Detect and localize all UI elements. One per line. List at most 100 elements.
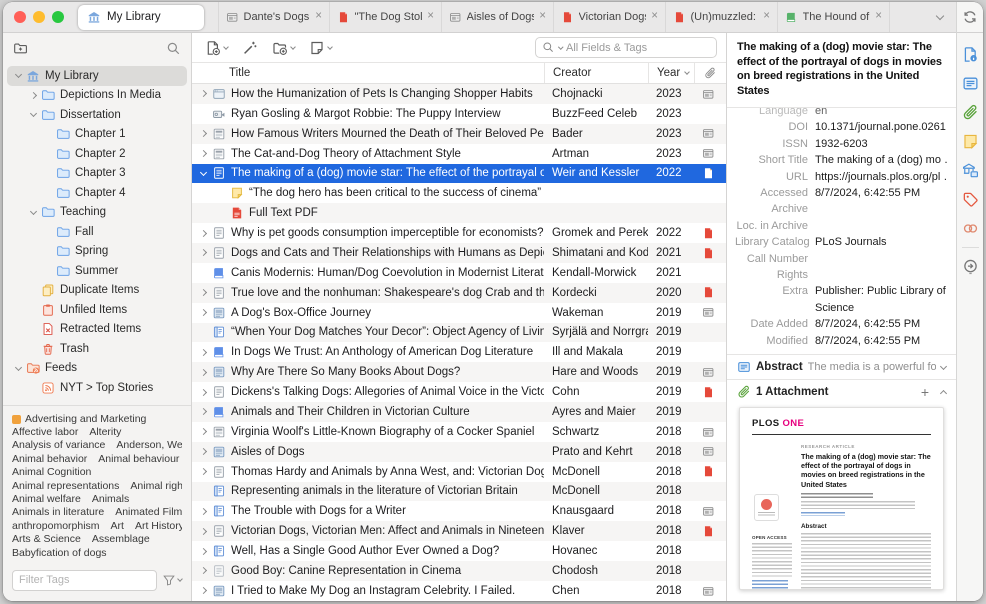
table-row[interactable]: The Cat-and-Dog Theory of Attachment Sty… <box>192 144 726 164</box>
tag-animals[interactable]: Animals <box>92 493 129 506</box>
sidebar-item-retracted-items[interactable]: Retracted Items <box>7 320 187 340</box>
abstract-tab-button[interactable] <box>962 75 979 92</box>
twisty-closed-icon[interactable] <box>196 310 211 315</box>
sidebar-item-trash[interactable]: Trash <box>7 339 187 359</box>
table-row[interactable]: Animals and Their Children in Victorian … <box>192 402 726 422</box>
add-attachment-plus-button[interactable]: + <box>921 385 929 399</box>
locate-button[interactable] <box>962 258 979 275</box>
collapse-section-button[interactable] <box>940 389 947 396</box>
tag-analysis-of-variance[interactable]: Analysis of variance <box>12 439 105 452</box>
twisty-closed-icon[interactable] <box>196 250 211 255</box>
sidebar-item-depictions-in-media[interactable]: Depictions In Media <box>7 86 187 106</box>
libraries-collections-tab-button[interactable] <box>962 162 979 179</box>
twisty-closed-icon[interactable] <box>196 390 211 395</box>
table-row[interactable]: The Trouble with Dogs for a WriterKnausg… <box>192 501 726 521</box>
sidebar-item-chapter-2[interactable]: Chapter 2 <box>7 144 187 164</box>
tag-animal-behaviour[interactable]: Animal behaviour <box>98 453 179 466</box>
table-row[interactable]: Why Are There So Many Books About Dogs?H… <box>192 362 726 382</box>
field-value[interactable] <box>815 251 948 267</box>
tag-arts-science[interactable]: Arts & Science <box>12 533 81 546</box>
sidebar-item-feeds[interactable]: Feeds <box>7 359 187 379</box>
twisty-closed-icon[interactable] <box>26 93 41 98</box>
twisty-open-icon[interactable] <box>11 74 26 77</box>
tab-overflow-button[interactable] <box>924 2 956 32</box>
tag-animated-films[interactable]: Animated Films <box>115 506 182 519</box>
tab-aisles-of-dogs-pra[interactable]: Aisles of Dogs - Pra× <box>442 2 554 32</box>
field-value[interactable] <box>815 218 948 234</box>
sidebar-item-my-library[interactable]: My Library <box>7 66 187 86</box>
related-tab-button[interactable] <box>962 220 979 237</box>
collections-search-button[interactable] <box>166 41 181 56</box>
twisty-closed-icon[interactable] <box>196 290 211 295</box>
tag-anthropomorphism[interactable]: anthropomorphism <box>12 520 100 533</box>
tag-advertising-and-marketing[interactable]: Advertising and Marketing <box>12 413 146 426</box>
twisty-closed-icon[interactable] <box>196 449 211 454</box>
sidebar-item-teaching[interactable]: Teaching <box>7 203 187 223</box>
table-row[interactable]: How Famous Writers Mourned the Death of … <box>192 124 726 144</box>
twisty-closed-icon[interactable] <box>196 429 211 434</box>
column-header-attachment[interactable] <box>694 63 726 83</box>
table-row[interactable]: Dickens's Talking Dogs: Allegories of An… <box>192 382 726 402</box>
new-collection-button[interactable] <box>13 41 28 56</box>
field-value[interactable]: 8/7/2024, 6:42:55 PM <box>815 333 948 349</box>
close-tab-button[interactable]: × <box>875 11 882 23</box>
sidebar-item-dissertation[interactable]: Dissertation <box>7 105 187 125</box>
tags-tab-button[interactable] <box>962 191 979 208</box>
table-row[interactable]: How the Humanization of Pets Is Changing… <box>192 84 726 104</box>
twisty-closed-icon[interactable] <box>196 350 211 355</box>
add-attachment-button[interactable] <box>268 40 299 56</box>
minimize-window-button[interactable] <box>33 11 45 23</box>
table-row[interactable]: Canis Modernis: Human/Dog Coevolution in… <box>192 263 726 283</box>
sidebar-item-chapter-3[interactable]: Chapter 3 <box>7 164 187 184</box>
sync-button[interactable] <box>957 2 983 33</box>
twisty-closed-icon[interactable] <box>196 509 211 514</box>
table-row[interactable]: In Dogs We Trust: An Anthology of Americ… <box>192 342 726 362</box>
item-title[interactable]: The making of a (dog) movie star: The ef… <box>727 33 956 108</box>
field-value[interactable]: PLoS Journals <box>815 234 948 250</box>
table-row[interactable]: Thomas Hardy and Animals by Anna West, a… <box>192 462 726 482</box>
sidebar-item-nyt-top-stories[interactable]: NYT > Top Stories <box>7 378 187 398</box>
table-row[interactable]: “When Your Dog Matches Your Decor”: Obje… <box>192 323 726 343</box>
field-value[interactable]: 10.1371/journal.pone.0261 … <box>815 119 948 135</box>
attachments-tab-button[interactable] <box>962 104 979 121</box>
sidebar-item-duplicate-items[interactable]: Duplicate Items <box>7 281 187 301</box>
table-row[interactable]: Virginia Woolf's Little-Known Biography … <box>192 422 726 442</box>
field-value[interactable]: The making of a (dog) mo … <box>815 152 948 168</box>
field-value[interactable]: 8/7/2024, 6:42:55 PM <box>815 185 948 201</box>
twisty-closed-icon[interactable] <box>196 469 211 474</box>
twisty-closed-icon[interactable] <box>196 529 211 534</box>
twisty-closed-icon[interactable] <box>196 91 211 96</box>
table-row[interactable]: True love and the nonhuman: Shakespeare'… <box>192 283 726 303</box>
close-window-button[interactable] <box>14 11 26 23</box>
close-tab-button[interactable]: × <box>539 11 546 23</box>
info-tab-button[interactable] <box>962 46 979 63</box>
tab-un-muzzled-dogs[interactable]: (Un)muzzled: Dogs× <box>666 2 778 32</box>
column-header-title[interactable]: Title <box>192 63 544 83</box>
attachments-section-header[interactable]: 1 Attachment + <box>727 379 956 404</box>
sidebar-item-spring[interactable]: Spring <box>7 242 187 262</box>
tab-victorian-dogs-vict[interactable]: Victorian Dogs, Vict× <box>554 2 666 32</box>
table-row[interactable]: Victorian Dogs, Victorian Men: Affect an… <box>192 521 726 541</box>
new-note-button[interactable] <box>305 40 336 56</box>
close-tab-button[interactable]: × <box>651 11 658 23</box>
tag-filter-options-button[interactable] <box>162 573 182 587</box>
tag-assemblage[interactable]: Assemblage <box>92 533 150 546</box>
table-row[interactable]: Why is pet goods consumption imperceptib… <box>192 223 726 243</box>
twisty-open-icon[interactable] <box>26 211 41 214</box>
tag-animal-welfare[interactable]: Animal welfare <box>12 493 81 506</box>
close-tab-button[interactable]: × <box>427 11 434 23</box>
tag-animal-representations[interactable]: Animal representations <box>12 480 119 493</box>
column-header-year[interactable]: Year <box>648 63 694 83</box>
field-value[interactable]: en <box>815 108 948 119</box>
tag-animals-in-literature[interactable]: Animals in literature <box>12 506 104 519</box>
table-row[interactable]: Dogs and Cats and Their Relationships wi… <box>192 243 726 263</box>
close-tab-button[interactable]: × <box>763 11 770 23</box>
table-row[interactable]: Representing animals in the literature o… <box>192 482 726 502</box>
twisty-closed-icon[interactable] <box>196 409 211 414</box>
twisty-closed-icon[interactable] <box>196 588 211 593</box>
field-value[interactable]: Publisher: Public Library of Science <box>815 283 948 316</box>
field-value[interactable] <box>815 267 948 283</box>
abstract-section-header[interactable]: Abstract The media is a powerful forc… <box>727 354 956 379</box>
search-input[interactable]: All Fields & Tags <box>535 37 717 58</box>
zoom-window-button[interactable] <box>52 11 64 23</box>
